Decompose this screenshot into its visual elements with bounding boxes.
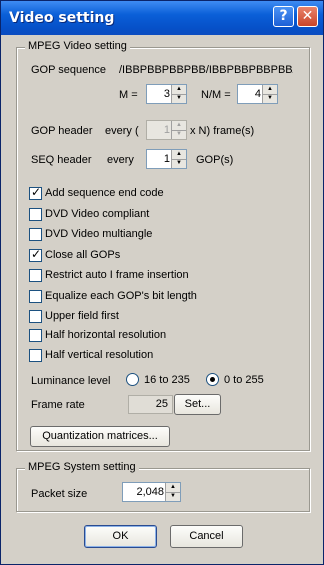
nm-value: 4 <box>254 88 261 100</box>
upper-field-first-label[interactable]: Upper field first <box>45 310 119 322</box>
frame-rate-set-button[interactable]: Set... <box>174 394 221 415</box>
dvd-video-compliant-label[interactable]: DVD Video compliant <box>45 208 149 220</box>
frame-rate-label: Frame rate <box>31 399 85 411</box>
ok-button[interactable]: OK <box>84 525 157 548</box>
title-bar[interactable]: Video setting ? ✕ <box>1 1 323 35</box>
restrict-auto-i-frame-checkbox[interactable] <box>29 269 42 282</box>
m-value: 3 <box>163 88 170 100</box>
gop-sequence-label: GOP sequence <box>31 64 107 76</box>
luminance-0-255-label[interactable]: 0 to 255 <box>224 374 264 386</box>
luminance-16-235-label[interactable]: 16 to 235 <box>144 374 190 386</box>
seq-header-label: SEQ header <box>31 154 92 166</box>
add-sequence-end-code-label[interactable]: Add sequence end code <box>45 187 164 199</box>
radio-selected-dot-icon <box>210 377 215 382</box>
gop-header-stepper[interactable]: 1 ▲ ▼ <box>146 120 187 140</box>
nm-label: N/M = <box>201 89 231 101</box>
video-setting-dialog: Video setting ? ✕ MPEG Video setting GOP… <box>0 0 324 565</box>
half-horizontal-resolution-checkbox[interactable] <box>29 329 42 342</box>
nm-stepper[interactable]: 4 ▲ ▼ <box>237 84 278 104</box>
packet-size-stepper[interactable]: 2,048 ▲ ▼ <box>122 482 181 502</box>
gop-header-value: 1 <box>163 124 170 136</box>
check-mark-icon: ✓ <box>31 185 42 199</box>
luminance-16-235-radio[interactable] <box>126 373 139 386</box>
seq-header-every: every <box>107 154 134 166</box>
seq-header-suffix: GOP(s) <box>196 154 234 166</box>
dvd-video-compliant-checkbox[interactable] <box>29 208 42 221</box>
packet-size-label: Packet size <box>31 488 88 500</box>
m-down-arrow-icon[interactable]: ▼ <box>172 94 186 103</box>
gop-header-label: GOP header <box>31 125 93 137</box>
equalize-gop-bit-length-checkbox[interactable] <box>29 290 42 303</box>
gop-header-suffix: x N) frame(s) <box>190 125 255 137</box>
close-all-gops-label[interactable]: Close all GOPs <box>45 249 120 261</box>
m-stepper[interactable]: 3 ▲ ▼ <box>146 84 187 104</box>
cancel-button[interactable]: Cancel <box>170 525 243 548</box>
check-mark-icon: ✓ <box>31 247 42 261</box>
nm-down-arrow-icon[interactable]: ▼ <box>263 94 277 103</box>
packet-size-value: 2,048 <box>136 486 164 498</box>
mpeg-video-legend: MPEG Video setting <box>25 40 130 52</box>
m-label: M = <box>119 89 138 101</box>
half-vertical-resolution-label[interactable]: Half vertical resolution <box>45 349 153 361</box>
seq-header-stepper[interactable]: 1 ▲ ▼ <box>146 149 187 169</box>
packet-size-down-arrow-icon[interactable]: ▼ <box>166 492 180 501</box>
half-vertical-resolution-checkbox[interactable] <box>29 349 42 362</box>
close-all-gops-checkbox[interactable]: ✓ <box>29 247 42 262</box>
gop-header-down-arrow-icon[interactable]: ▼ <box>172 130 186 139</box>
gop-header-every: every ( <box>105 125 139 137</box>
quantization-matrices-button[interactable]: Quantization matrices... <box>30 426 170 447</box>
half-horizontal-resolution-label[interactable]: Half horizontal resolution <box>45 329 166 341</box>
dvd-video-multiangle-label[interactable]: DVD Video multiangle <box>45 228 152 240</box>
upper-field-first-checkbox[interactable] <box>29 310 42 323</box>
frame-rate-value: 25 <box>128 395 173 414</box>
equalize-gop-bit-length-label[interactable]: Equalize each GOP's bit length <box>45 290 197 302</box>
window-title: Video setting <box>9 10 115 26</box>
help-button[interactable]: ? <box>273 6 294 27</box>
close-button[interactable]: ✕ <box>297 6 318 27</box>
mpeg-system-legend: MPEG System setting <box>25 461 139 473</box>
luminance-level-label: Luminance level <box>31 375 111 387</box>
dvd-video-multiangle-checkbox[interactable] <box>29 228 42 241</box>
seq-header-down-arrow-icon[interactable]: ▼ <box>172 159 186 168</box>
add-sequence-end-code-checkbox[interactable]: ✓ <box>29 185 42 200</box>
gop-sequence-value: /IBBPBBPBBPBB/IBBPBBPBBPBB/ <box>119 64 293 76</box>
restrict-auto-i-frame-label[interactable]: Restrict auto I frame insertion <box>45 269 189 281</box>
seq-header-value: 1 <box>163 153 170 165</box>
luminance-0-255-radio[interactable] <box>206 373 219 386</box>
